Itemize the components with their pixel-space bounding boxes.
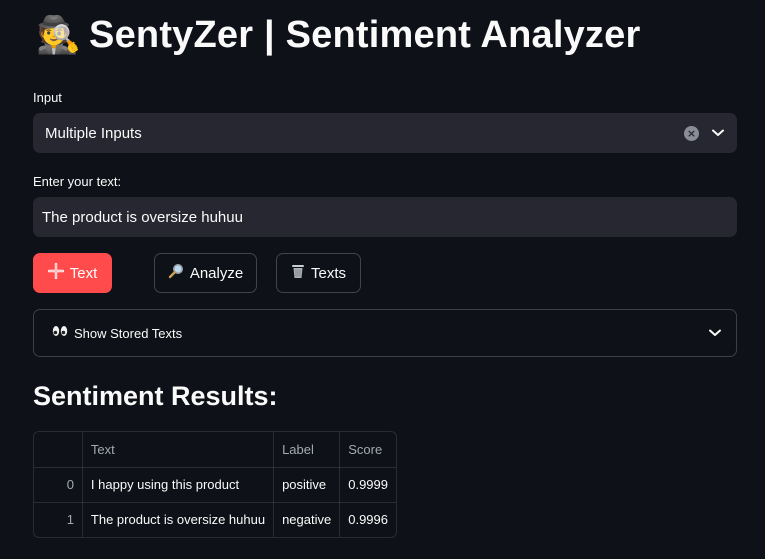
add-text-label: Text <box>69 264 98 282</box>
page-title: 🕵 SentyZer | Sentiment Analyzer <box>36 14 640 57</box>
expander-label: Show Stored Texts <box>74 325 183 341</box>
trash-icon <box>291 263 305 283</box>
input-select-label: Input <box>33 90 62 105</box>
column-header-label[interactable]: Label <box>273 432 341 468</box>
stored-texts-expander[interactable]: Show Stored Texts <box>33 309 737 357</box>
column-header-score[interactable]: Score <box>339 432 396 468</box>
clear-texts-button[interactable]: Texts <box>276 253 361 293</box>
input-mode-value: Multiple Inputs <box>45 124 142 142</box>
chevron-down-icon[interactable] <box>711 126 725 140</box>
analyze-label: Analyze <box>189 264 244 282</box>
analyze-button[interactable]: Analyze <box>154 253 257 293</box>
cell-text[interactable]: I happy using this product <box>82 467 275 503</box>
plus-icon <box>47 262 64 283</box>
eyes-icon <box>52 325 68 341</box>
input-mode-select[interactable]: Multiple Inputs × <box>33 113 737 153</box>
column-header-text[interactable]: Text <box>82 432 275 468</box>
table-row: 0 I happy using this product positive 0.… <box>34 467 396 503</box>
page-title-text: SentyZer | Sentiment Analyzer <box>89 14 641 56</box>
cell-score[interactable]: 0.9996 <box>340 502 396 537</box>
clear-texts-label: Texts <box>310 264 346 282</box>
magnifier-icon <box>168 263 184 283</box>
row-index: 1 <box>34 502 83 537</box>
table-row: 1 The product is oversize huhuu negative… <box>34 502 396 537</box>
chevron-down-icon <box>708 326 722 340</box>
clear-icon[interactable]: × <box>684 125 699 141</box>
cell-label[interactable]: negative <box>273 502 341 537</box>
text-input-label: Enter your text: <box>33 174 122 189</box>
results-title: Sentiment Results: <box>33 381 278 411</box>
detective-icon: 🕵 <box>36 14 82 56</box>
cell-label[interactable]: positive <box>273 467 341 503</box>
text-input[interactable] <box>33 197 737 237</box>
results-table[interactable]: Text Label Score 0 I happy using this pr… <box>33 431 397 538</box>
cell-text[interactable]: The product is oversize huhuu <box>82 502 275 537</box>
cell-score[interactable]: 0.9999 <box>339 467 396 503</box>
column-header-index[interactable] <box>34 432 83 468</box>
row-index: 0 <box>34 467 83 503</box>
add-text-button[interactable]: Text <box>33 253 112 293</box>
